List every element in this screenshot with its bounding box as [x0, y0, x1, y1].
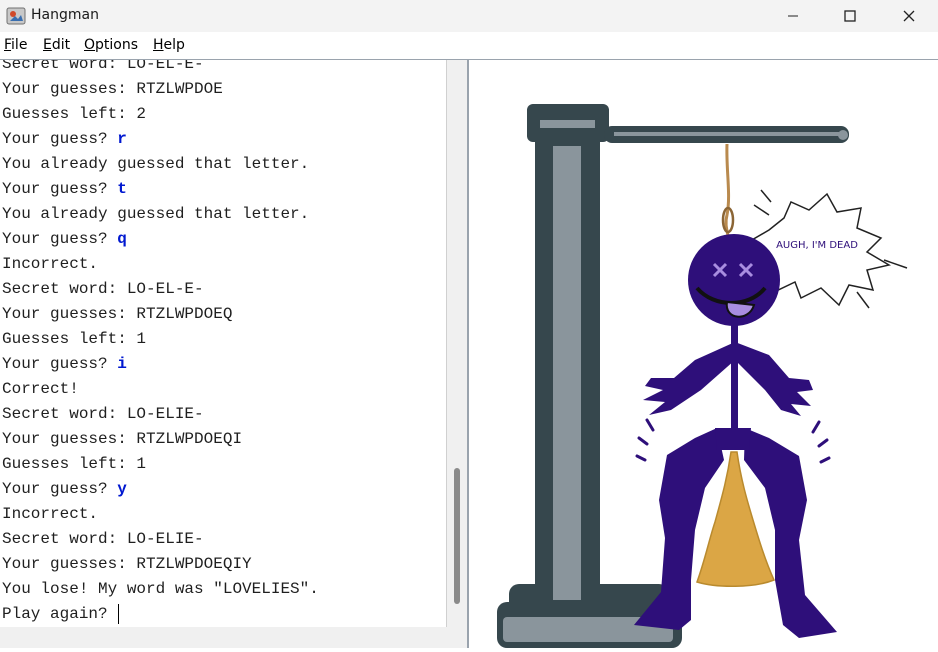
console-line: You already guessed that letter. [2, 152, 309, 177]
console-line: Guesses left: 2 [2, 102, 146, 127]
horizontal-scroll-area [0, 627, 467, 648]
maximize-icon [844, 10, 856, 22]
console-line-text: Your guesses: RTZLWPDOEQIY [2, 555, 252, 573]
minimize-icon [788, 15, 798, 17]
console-line: Secret word: LO-ELIE- [2, 527, 204, 552]
console-line-text: Secret word: LO-EL-E- [2, 60, 204, 73]
console-line: Your guess? i [2, 352, 127, 377]
close-button[interactable] [886, 0, 932, 32]
gallows-post [527, 104, 609, 614]
console-line-text: Your guess? [2, 130, 118, 148]
console-line-text: You already guessed that letter. [2, 205, 310, 223]
console-line-text: Guesses left: 1 [2, 455, 147, 473]
console-line: Secret word: LO-ELIE- [2, 402, 204, 427]
console-line: Guesses left: 1 [2, 452, 146, 477]
console-line-text: Your guesses: RTZLWPDOE [2, 80, 223, 98]
console-line: You already guessed that letter. [2, 202, 309, 227]
console-line: Incorrect. [2, 502, 98, 527]
menu-help-mnemonic: H [153, 37, 164, 53]
console-line-text: Play again? [2, 605, 118, 623]
console-line-text: Guesses left: 2 [2, 105, 147, 123]
console-line: Guesses left: 1 [2, 327, 146, 352]
console-user-input: q [117, 230, 127, 248]
console-line-text: You lose! My word was "LOVELIES". [2, 580, 319, 598]
hangman-canvas: AUGH, I'M DEAD [469, 60, 938, 648]
menu-edit-mnemonic: E [43, 37, 52, 53]
console-user-input: y [117, 480, 127, 498]
java-app-icon [6, 7, 26, 25]
figure-right-arm [735, 342, 813, 416]
console-line-text: Your guesses: RTZLWPDOEQI [2, 430, 243, 448]
menu-edit-label: dit [51, 37, 71, 53]
menu-edit[interactable]: Edit [43, 37, 70, 53]
console-line: Secret word: LO-EL-E- [2, 277, 204, 302]
console-line-text: Your guess? [2, 180, 118, 198]
console-line: Incorrect. [2, 252, 98, 277]
menu-help[interactable]: Help [153, 37, 185, 53]
text-caret[interactable] [118, 603, 120, 624]
console-line: Your guess? t [2, 177, 127, 202]
console-user-input: t [117, 180, 127, 198]
close-icon [903, 10, 915, 22]
window-title: Hangman [31, 7, 99, 23]
menu-options[interactable]: Options [84, 37, 138, 53]
menu-file-label: ile [11, 37, 28, 53]
console-line: Your guess? q [2, 227, 127, 252]
console-line-text: Your guess? [2, 230, 118, 248]
menu-file[interactable]: File [4, 37, 27, 53]
menu-options-label: ptions [95, 37, 139, 53]
console-line: You lose! My word was "LOVELIES". [2, 577, 319, 602]
console-line: Your guesses: RTZLWPDOEQIY [2, 552, 252, 577]
console-line-text: Correct! [2, 380, 79, 398]
console-line-text: Your guess? [2, 355, 118, 373]
menu-bar: File Edit Options Help [0, 32, 938, 60]
console-line: Your guess? r [2, 127, 127, 152]
console-line: Your guesses: RTZLWPDOEQ [2, 302, 232, 327]
menu-options-mnemonic: O [84, 37, 96, 53]
console-line-text: Secret word: LO-ELIE- [2, 405, 204, 423]
console-line-text: You already guessed that letter. [2, 155, 310, 173]
menu-file-mnemonic: F [4, 37, 12, 53]
minimize-button[interactable] [770, 0, 816, 32]
gallows-beam [604, 126, 849, 143]
console-user-input: i [117, 355, 127, 373]
console-line: Play again? [2, 602, 120, 627]
console-line: Your guesses: RTZLWPDOE [2, 77, 223, 102]
title-bar: Hangman [0, 0, 938, 32]
figure-hips [715, 428, 751, 450]
speech-bubble-text: AUGH, I'M DEAD [776, 240, 858, 251]
console-line: Correct! [2, 377, 79, 402]
figure-torso [731, 322, 738, 432]
console-line-text: Your guess? [2, 480, 118, 498]
console-output[interactable]: Secret word: LO-EL-E- Your guesses: RTZLW… [0, 60, 446, 627]
hangman-drawing: AUGH, I'M DEAD [497, 104, 908, 648]
console-line-text: Secret word: LO-ELIE- [2, 530, 204, 548]
console-line-text: Incorrect. [2, 505, 99, 523]
console-line: Secret word: LO-EL-E- [2, 60, 204, 77]
console-line-text: Guesses left: 1 [2, 330, 147, 348]
console-line-text: Your guesses: RTZLWPDOEQ [2, 305, 233, 323]
console-user-input: r [117, 130, 127, 148]
console-line-text: Secret word: LO-EL-E- [2, 280, 204, 298]
console-line-text: Incorrect. [2, 255, 99, 273]
figure-left-arm [643, 342, 735, 415]
maximize-button[interactable] [827, 0, 873, 32]
scrollbar-thumb[interactable] [454, 468, 460, 604]
console-line: Your guesses: RTZLWPDOEQI [2, 427, 242, 452]
menu-help-label: elp [163, 37, 185, 53]
console-line: Your guess? y [2, 477, 127, 502]
